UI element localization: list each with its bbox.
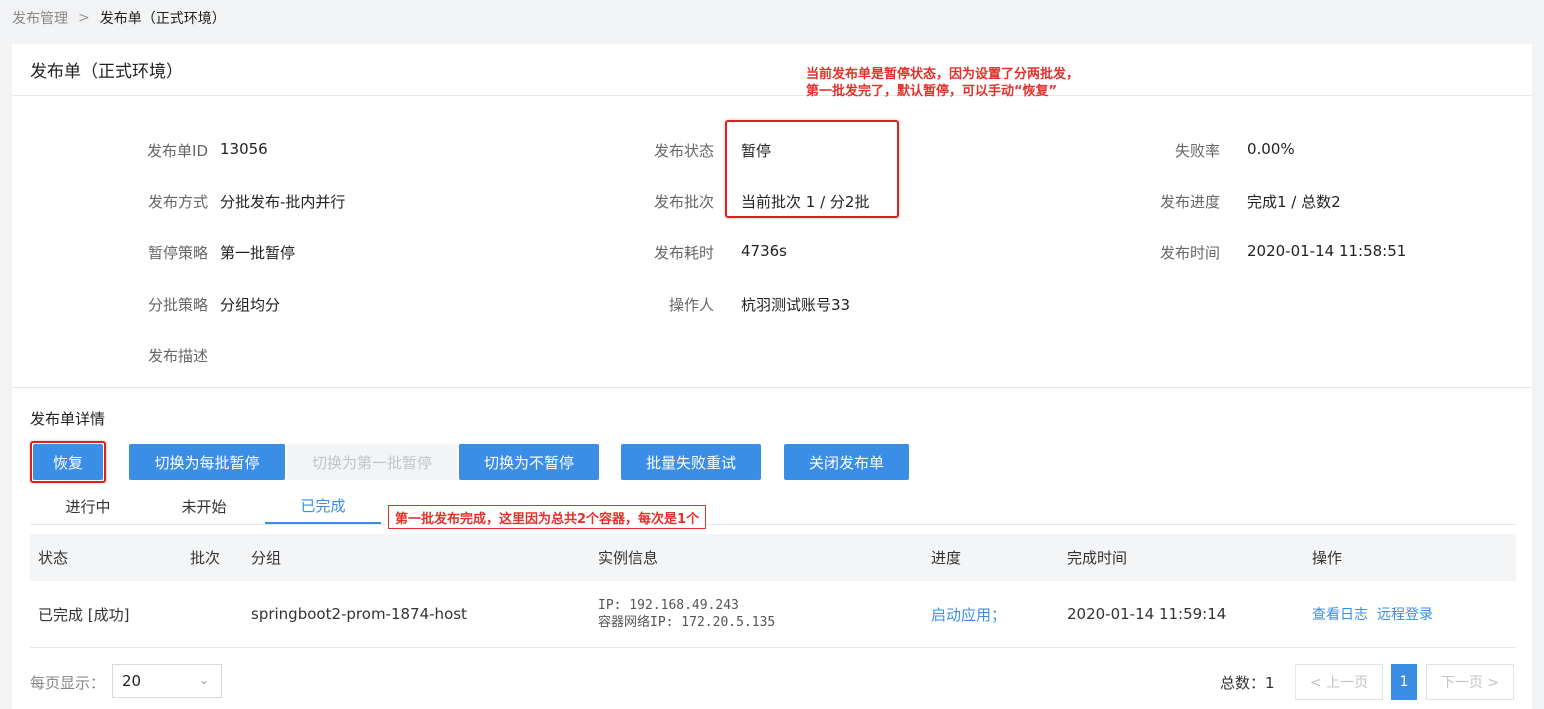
info-label: 发布状态 — [653, 142, 714, 160]
info-label: 发布单ID — [147, 142, 208, 160]
info-batch-strategy: 分批策略 分组均分 — [122, 294, 280, 315]
switch-no-pause-button[interactable]: 切换为不暂停 — [459, 444, 599, 480]
info-value: 4736s — [741, 242, 787, 260]
info-description: 发布描述 — [122, 345, 220, 366]
breadcrumb-separator: > — [78, 10, 90, 26]
info-label: 发布耗时 — [653, 244, 714, 262]
batch-retry-button[interactable]: 批量失败重试 — [621, 444, 761, 480]
info-value: 13056 — [220, 140, 268, 158]
breadcrumb: 发布管理 > 发布单（正式环境） — [0, 0, 1544, 36]
info-release-id: 发布单ID 13056 — [122, 140, 268, 161]
row-progress-link[interactable]: 启动应用； — [931, 581, 1006, 647]
prev-page-button[interactable]: < 上一页 — [1295, 664, 1383, 700]
info-label: 发布进度 — [1159, 193, 1220, 211]
chevron-down-icon: ⌄ — [198, 673, 209, 687]
info-label: 分批策略 — [147, 296, 208, 314]
info-value: 2020-01-14 11:58:51 — [1247, 242, 1407, 260]
info-operator: 操作人 杭羽测试账号33 — [614, 294, 850, 315]
info-value: 分组均分 — [220, 296, 281, 314]
info-release-time: 发布时间 2020-01-14 11:58:51 — [1120, 242, 1406, 263]
header-finish-time: 完成时间 — [1067, 549, 1128, 567]
details-section-title: 发布单详情 — [30, 410, 106, 428]
info-release-progress: 发布进度 完成1 / 总数2 — [1120, 191, 1341, 212]
row-ip: IP: 192.168.49.243 — [598, 598, 739, 613]
info-label: 操作人 — [668, 296, 714, 314]
per-page-label: 每页显示： — [30, 674, 106, 692]
table-footer: 每页显示： 20 ⌄ 总数：1 < 上一页 1 下一页 > — [30, 664, 1516, 700]
info-pause-strategy: 暂停策略 第一批暂停 — [122, 242, 295, 263]
switch-each-batch-pause-button[interactable]: 切换为每批暂停 — [129, 444, 285, 480]
row-instance-info: IP: 192.168.49.243 容器网络IP: 172.20.5.135 — [598, 581, 775, 647]
row-group: springboot2-prom-1874-host — [251, 605, 467, 623]
resume-highlight-box — [30, 441, 106, 483]
view-log-link[interactable]: 查看日志 — [1312, 581, 1368, 647]
switch-first-batch-pause-button: 切换为第一批暂停 — [287, 444, 457, 480]
top-annotation-line1: 当前发布单是暂停状态，因为设置了分两批发， — [806, 67, 1080, 82]
total-count: 总数：1 — [1220, 674, 1275, 692]
table-row: 已完成 [成功] springboot2-prom-1874-host IP: … — [30, 581, 1516, 648]
tab-not-started[interactable]: 未开始 — [146, 488, 262, 524]
table-header: 状态 批次 分组 实例信息 进度 完成时间 操作 — [30, 534, 1516, 581]
header-progress: 进度 — [931, 549, 962, 567]
row-status: 已完成 [成功] — [38, 605, 130, 624]
close-order-button[interactable]: 关闭发布单 — [784, 444, 909, 480]
info-value: 杭羽测试账号33 — [741, 296, 851, 314]
info-label: 发布方式 — [147, 193, 208, 211]
info-value: 分批发布-批内并行 — [220, 193, 346, 211]
info-value: 完成1 / 总数2 — [1247, 193, 1341, 211]
instances-table: 状态 批次 分组 实例信息 进度 完成时间 操作 已完成 [成功] spring… — [30, 534, 1516, 648]
tab-completed[interactable]: 已完成 — [265, 488, 381, 524]
status-highlight-box — [725, 120, 899, 218]
status-tabs: 进行中 未开始 已完成 — [30, 488, 1516, 525]
info-value: 第一批暂停 — [220, 244, 296, 262]
next-page-button[interactable]: 下一页 > — [1426, 664, 1514, 700]
info-label: 失败率 — [1174, 142, 1220, 160]
row-container-ip: 容器网络IP: 172.20.5.135 — [598, 615, 776, 630]
breadcrumb-root-link[interactable]: 发布管理 — [12, 8, 68, 28]
tab-annotation: 第一批发布完成，这里因为总共2个容器，每次是1个 — [388, 505, 707, 529]
info-value: 0.00% — [1247, 140, 1295, 158]
header-instance: 实例信息 — [598, 549, 659, 567]
header-group: 分组 — [251, 549, 282, 567]
info-release-method: 发布方式 分批发布-批内并行 — [122, 191, 345, 212]
top-annotation: 当前发布单是暂停状态，因为设置了分两批发， 第一批发完了，默认暂停，可以手动“恢… — [806, 66, 1079, 100]
release-order-card: 发布单（正式环境） 当前发布单是暂停状态，因为设置了分两批发， 第一批发完了，默… — [12, 44, 1532, 709]
per-page-select[interactable]: 20 ⌄ — [112, 664, 222, 698]
top-annotation-line2: 第一批发完了，默认暂停，可以手动“恢复” — [806, 84, 1058, 99]
info-label: 暂停策略 — [147, 244, 208, 262]
info-label: 发布描述 — [147, 347, 208, 365]
page-1-button[interactable]: 1 — [1391, 664, 1417, 700]
info-release-duration: 发布耗时 4736s — [614, 242, 787, 263]
section-divider — [12, 387, 1532, 388]
per-page-value: 20 — [122, 672, 142, 690]
row-finish-time: 2020-01-14 11:59:14 — [1067, 605, 1227, 623]
header-actions: 操作 — [1312, 549, 1343, 567]
tab-in-progress[interactable]: 进行中 — [30, 488, 146, 524]
card-title: 发布单（正式环境） — [12, 44, 1532, 96]
breadcrumb-current: 发布单（正式环境） — [99, 11, 226, 27]
header-batch: 批次 — [190, 549, 221, 567]
info-label: 发布批次 — [653, 193, 714, 211]
remote-login-link[interactable]: 远程登录 — [1377, 581, 1433, 647]
info-label: 发布时间 — [1159, 244, 1220, 262]
info-failure-rate: 失败率 0.00% — [1120, 140, 1295, 161]
header-status: 状态 — [38, 549, 69, 567]
